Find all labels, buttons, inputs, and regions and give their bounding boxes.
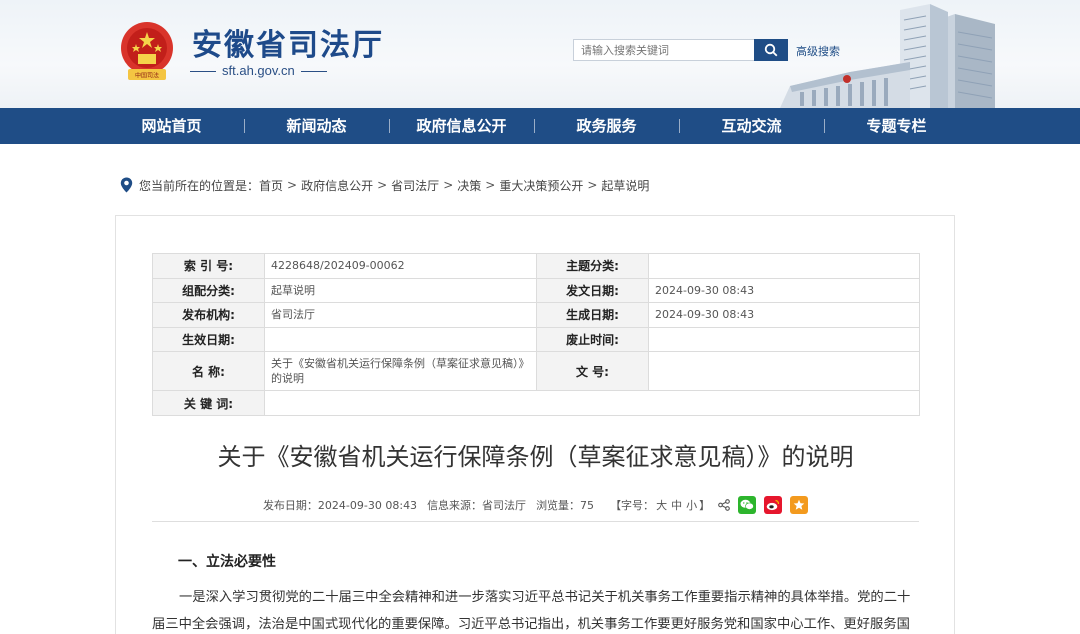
- meta-value: [648, 351, 920, 392]
- publish-date: 发布日期：2024-09-30 08:43: [262, 499, 418, 512]
- meta-label: 发布机构:: [152, 302, 265, 328]
- breadcrumb-link-gov-info[interactable]: 政府信息公开: [301, 177, 373, 194]
- nav-item-interaction[interactable]: 互动交流: [679, 108, 824, 144]
- breadcrumb-separator: >: [587, 178, 598, 192]
- meta-value: 2024-09-30 08:43: [648, 277, 920, 304]
- weibo-icon: [766, 499, 780, 511]
- wechat-icon: [740, 499, 754, 510]
- font-size-switcher: 【字号：大中小】: [610, 497, 710, 513]
- breadcrumb-link-draft-notes[interactable]: 起草说明: [601, 177, 649, 194]
- nav-item-services[interactable]: 政务服务: [534, 108, 679, 144]
- nav-item-news[interactable]: 新闻动态: [244, 108, 389, 144]
- meta-value: 起草说明: [264, 277, 537, 304]
- meta-value: 2024-09-30 08:43: [648, 302, 920, 328]
- breadcrumb-separator: >: [377, 178, 388, 192]
- meta-value: 省司法厅: [264, 302, 537, 328]
- article-paragraph: 一是深入学习贯彻党的二十届三中全会精神和进一步落实习近平总书记关于机关事务工作重…: [152, 590, 911, 632]
- meta-value: [648, 326, 920, 353]
- meta-label: 生效日期:: [152, 326, 265, 353]
- table-row: 关 键 词:: [152, 390, 920, 416]
- location-pin-icon: [120, 177, 133, 193]
- nav-item-home[interactable]: 网站首页: [99, 108, 244, 144]
- meta-value: [648, 253, 920, 279]
- meta-label: 生成日期:: [536, 302, 649, 328]
- site-domain: sft.ah.gov.cn: [190, 63, 327, 78]
- breadcrumb-separator: >: [443, 178, 454, 192]
- table-row: 名 称: 关于《安徽省机关运行保障条例（草案征求意见稿）》的说明 文 号:: [152, 351, 920, 392]
- meta-label: 组配分类:: [152, 277, 265, 304]
- site-header: 中国司法 安徽省司法厅 sft.ah.gov.cn 高级搜索: [0, 0, 1080, 108]
- content-divider: [152, 521, 919, 522]
- info-source: 信息来源：省司法厅: [427, 499, 527, 512]
- article-info-bar: 发布日期：2024-09-30 08:43 信息来源：省司法厅 浏览量：75 【…: [152, 494, 919, 516]
- breadcrumb-separator: >: [485, 178, 496, 192]
- font-size-prefix: 【字号：: [610, 499, 655, 512]
- building-illustration: [780, 4, 995, 108]
- meta-label: 发文日期:: [536, 277, 649, 304]
- star-icon: [793, 499, 805, 510]
- favorite-icon[interactable]: [790, 496, 809, 514]
- breadcrumb-separator: >: [287, 178, 298, 192]
- wechat-share-icon[interactable]: [738, 496, 757, 514]
- meta-value: 关于《安徽省机关运行保障条例（草案征求意见稿）》的说明: [264, 351, 537, 392]
- meta-label: 主题分类:: [536, 253, 649, 279]
- font-size-suffix: 】: [699, 499, 711, 512]
- breadcrumb-link-pre-disclosure[interactable]: 重大决策预公开: [499, 177, 583, 194]
- search-icon: [764, 43, 778, 57]
- table-row: 发布机构: 省司法厅 生成日期: 2024-09-30 08:43: [152, 302, 920, 328]
- breadcrumb-link-home[interactable]: 首页: [259, 177, 283, 194]
- meta-value: [264, 326, 537, 353]
- breadcrumb-link-decision[interactable]: 决策: [457, 177, 481, 194]
- weibo-share-icon[interactable]: [764, 496, 783, 514]
- meta-value: [264, 390, 920, 416]
- view-count: 浏览量：75: [536, 499, 595, 512]
- font-small-button[interactable]: 小: [686, 499, 697, 512]
- font-medium-button[interactable]: 中: [671, 499, 682, 512]
- table-row: 索 引 号: 4228648/202409-00062 主题分类:: [152, 253, 920, 279]
- main-nav: 网站首页 新闻动态 政府信息公开 政务服务 互动交流 专题专栏: [0, 108, 1080, 144]
- meta-value: 4228648/202409-00062: [264, 253, 537, 279]
- font-large-button[interactable]: 大: [656, 499, 667, 512]
- meta-label: 关 键 词:: [152, 390, 265, 416]
- section-heading: 一、立法必要性: [178, 554, 276, 570]
- article-title: 关于《安徽省机关运行保障条例（草案征求意见稿）》的说明: [217, 443, 854, 471]
- emblem-caption: 中国司法: [135, 72, 159, 80]
- nav-item-topics[interactable]: 专题专栏: [824, 108, 969, 144]
- breadcrumb: 您当前所在的位置是： 首页 > 政府信息公开 > 省司法厅 > 决策 > 重大决…: [120, 176, 649, 194]
- site-title[interactable]: 安徽省司法厅: [192, 20, 384, 64]
- emblem-logo[interactable]: 中国司法: [118, 20, 176, 82]
- nav-item-gov-info[interactable]: 政府信息公开: [389, 108, 534, 144]
- table-row: 组配分类: 起草说明 发文日期: 2024-09-30 08:43: [152, 277, 920, 304]
- meta-label: 文 号:: [536, 351, 649, 392]
- breadcrumb-prefix: 您当前所在的位置是：: [139, 178, 260, 193]
- meta-label: 废止时间:: [536, 326, 649, 353]
- metadata-table: 索 引 号: 4228648/202409-00062 主题分类: 组配分类: …: [152, 253, 920, 416]
- table-row: 生效日期: 废止时间:: [152, 326, 920, 353]
- meta-label: 名 称:: [152, 351, 265, 392]
- search-input[interactable]: [573, 39, 755, 61]
- breadcrumb-link-dept[interactable]: 省司法厅: [391, 177, 439, 194]
- meta-label: 索 引 号:: [152, 253, 265, 279]
- share-icon[interactable]: [718, 499, 730, 511]
